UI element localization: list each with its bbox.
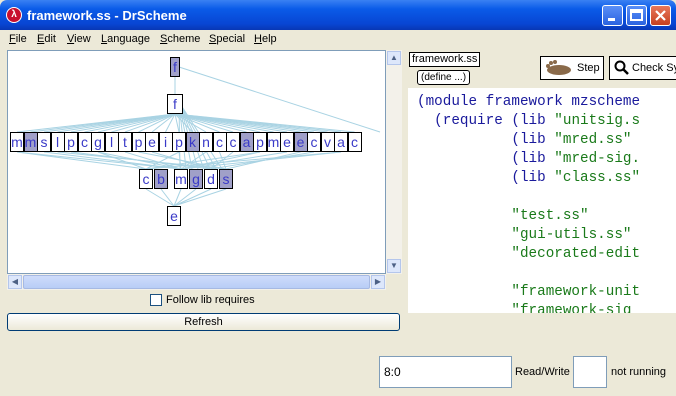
graph-node-lower[interactable]: c (139, 169, 153, 189)
graph-node-row[interactable]: s (37, 132, 51, 152)
maximize-icon (630, 9, 643, 21)
panel-splitter[interactable] (403, 50, 407, 340)
maximize-button[interactable] (626, 5, 647, 26)
graph-node-row[interactable]: n (199, 132, 213, 152)
graph-node-row[interactable]: c (226, 132, 240, 152)
graph-node-row[interactable]: v (320, 132, 335, 152)
graph-vertical-scrollbar[interactable]: ▲ ▼ (386, 50, 402, 274)
graph-node-row[interactable]: e (280, 132, 294, 152)
graph-node-row[interactable]: p (131, 132, 146, 152)
graph-node-lower[interactable]: d (204, 169, 218, 189)
graph-node-row[interactable]: p (64, 132, 78, 152)
footprint-icon (546, 60, 571, 75)
graph-edges (16, 66, 381, 207)
graph-node-second[interactable]: f (167, 94, 183, 114)
scroll-right-arrow-icon[interactable]: ▶ (371, 275, 385, 289)
check-syntax-label: Check Sy (632, 62, 676, 74)
running-status: not running (611, 366, 667, 378)
title-bar[interactable]: λ framework.ss - DrScheme (0, 0, 676, 30)
cursor-position: 8:0 (379, 356, 512, 388)
horizontal-scroll-thumb[interactable] (23, 275, 370, 289)
graph-node-row[interactable]: c (347, 132, 362, 152)
graph-node-row[interactable]: e (145, 132, 159, 152)
close-icon (655, 10, 666, 21)
graph-node-row[interactable]: c (77, 132, 92, 152)
graph-node-lower[interactable]: g (189, 169, 203, 189)
graph-node-lower[interactable]: s (219, 169, 233, 189)
drscheme-app-icon: λ (6, 7, 22, 23)
step-button[interactable]: Step (540, 56, 604, 80)
menu-language[interactable]: Language (101, 33, 150, 45)
graph-node-row[interactable]: m (23, 132, 38, 152)
follow-lib-requires-checkbox[interactable] (150, 294, 162, 306)
graph-node-row[interactable]: p (253, 132, 267, 152)
graph-node-bottom[interactable]: e (167, 206, 181, 226)
step-label: Step (577, 62, 600, 74)
menu-scheme[interactable]: Scheme (160, 33, 200, 45)
read-write-status: Read/Write (515, 366, 570, 378)
graph-node-row[interactable]: m (266, 132, 281, 152)
minimize-button[interactable] (602, 5, 623, 26)
window-title: framework.ss - DrScheme (27, 8, 187, 23)
graph-node-row[interactable]: l (104, 132, 119, 152)
menu-help[interactable]: Help (254, 33, 277, 45)
menu-special[interactable]: Special (209, 33, 245, 45)
gc-indicator (573, 356, 607, 388)
graph-node-row[interactable]: c (307, 132, 321, 152)
graph-node-row[interactable]: a (239, 132, 254, 152)
refresh-button[interactable]: Refresh (7, 313, 400, 331)
graph-node-row[interactable]: m (10, 132, 24, 152)
check-syntax-button[interactable]: Check Sy (609, 56, 676, 80)
graph-horizontal-scrollbar[interactable]: ◀ ▶ (7, 274, 386, 290)
definitions-editor[interactable]: (module framework mzscheme (require (lib… (408, 88, 676, 313)
graph-node-row[interactable]: l (50, 132, 65, 152)
follow-lib-requires-label: Follow lib requires (166, 294, 255, 306)
graph-edge (145, 188, 175, 207)
module-graph-canvas[interactable]: ffmmslpcgltpeipknccapmeecvaccbmgdse (7, 50, 386, 274)
graph-edge (160, 188, 175, 207)
scroll-down-arrow-icon[interactable]: ▼ (387, 259, 401, 273)
menu-edit[interactable]: Edit (37, 33, 56, 45)
close-button[interactable] (650, 5, 671, 26)
graph-node-row[interactable]: g (91, 132, 105, 152)
graph-node-row[interactable]: i (158, 132, 173, 152)
file-tab[interactable]: framework.ss (409, 52, 481, 67)
scroll-up-arrow-icon[interactable]: ▲ (387, 51, 401, 65)
graph-node-lower[interactable]: m (174, 169, 188, 189)
graph-node-lower[interactable]: b (154, 169, 168, 189)
source-code: (module framework mzscheme (require (lib… (417, 94, 641, 313)
graph-node-top[interactable]: f (170, 57, 180, 77)
graph-edge (173, 188, 227, 207)
define-menu-button[interactable]: (define ...) (417, 70, 471, 85)
graph-node-row[interactable]: p (172, 132, 186, 152)
scroll-left-arrow-icon[interactable]: ◀ (8, 275, 22, 289)
graph-node-row[interactable]: e (293, 132, 308, 152)
magnifier-icon (614, 60, 629, 75)
menu-file[interactable]: File (9, 33, 27, 45)
minimize-icon (608, 18, 615, 21)
menu-bar: File Edit View Language Scheme Special H… (0, 30, 676, 48)
menu-view[interactable]: View (67, 33, 91, 45)
graph-node-row[interactable]: c (212, 132, 227, 152)
graph-node-row[interactable]: a (334, 132, 348, 152)
graph-node-row[interactable]: k (185, 132, 200, 152)
graph-edge (16, 151, 182, 170)
graph-node-row[interactable]: t (118, 132, 132, 152)
